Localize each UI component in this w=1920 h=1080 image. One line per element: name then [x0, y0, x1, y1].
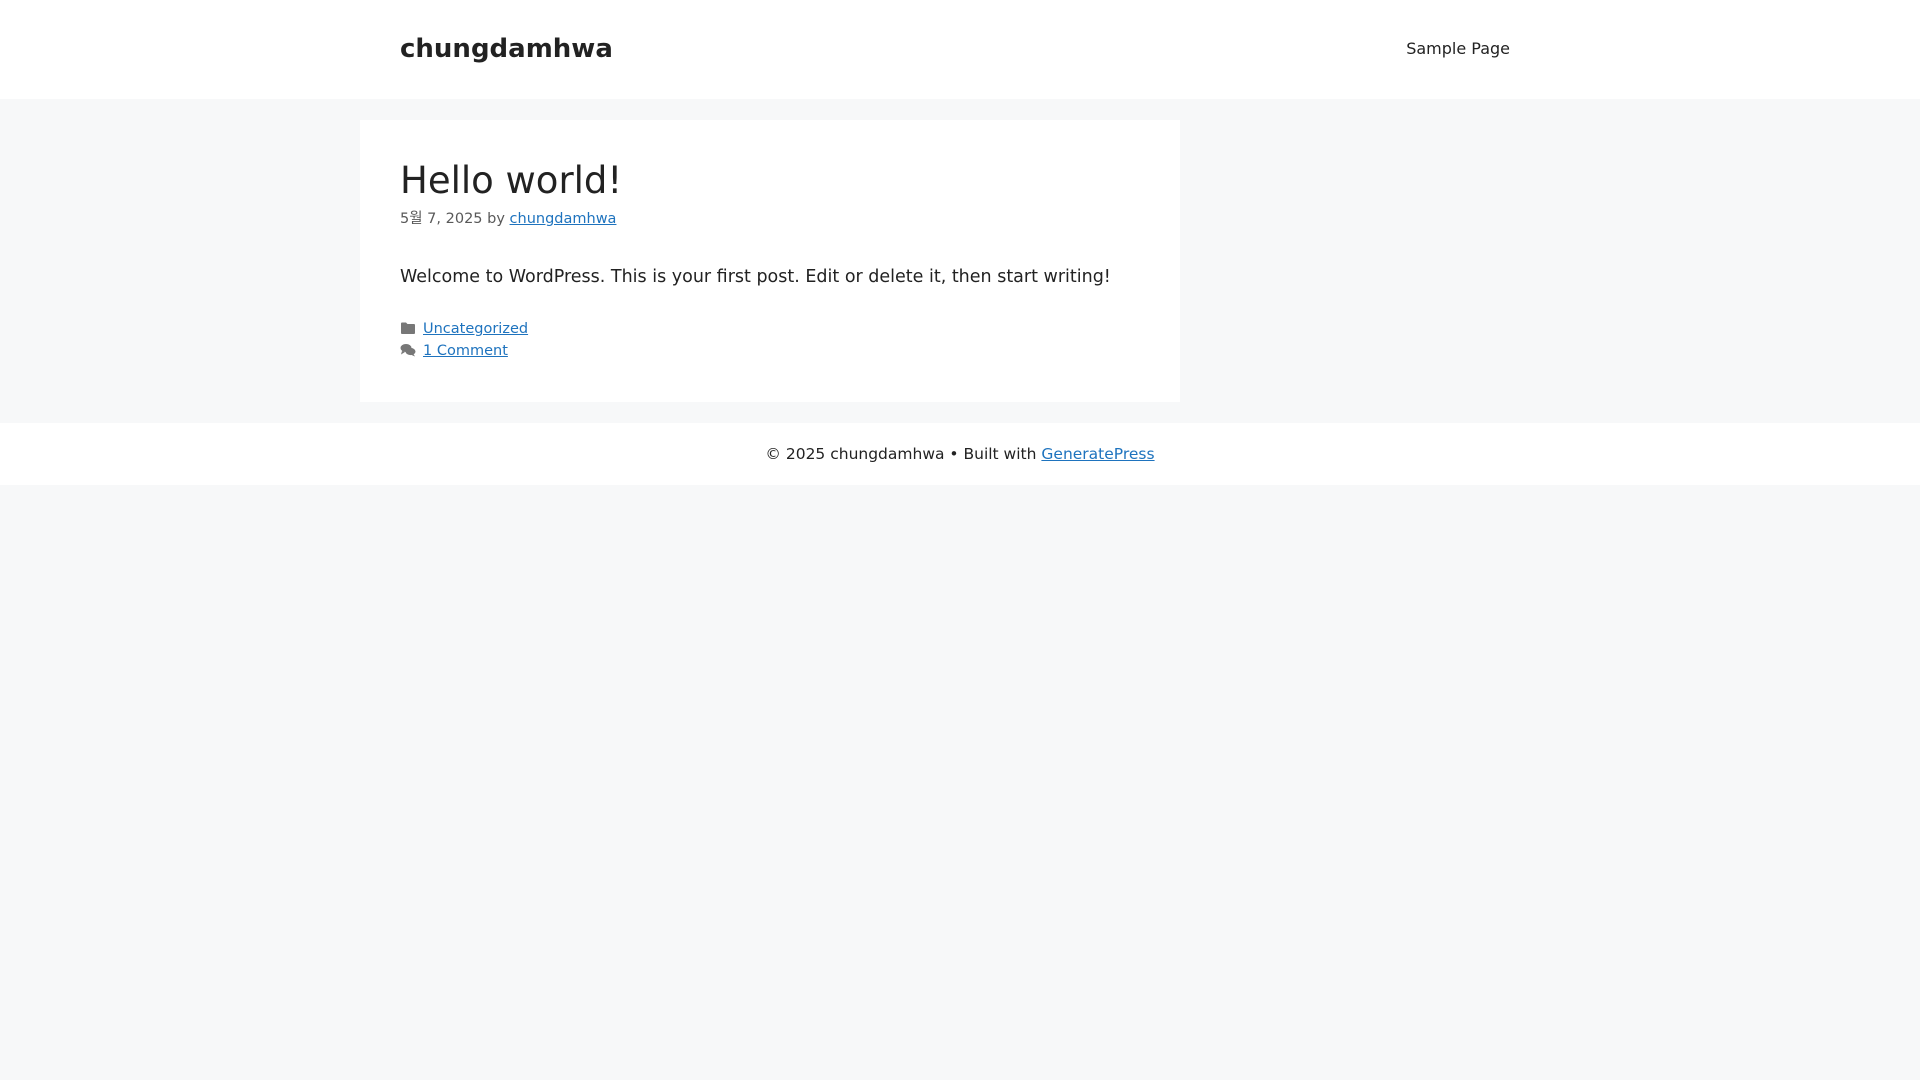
- post-content: Welcome to WordPress. This is your first…: [400, 267, 1111, 287]
- post-author-link[interactable]: chungdamhwa: [510, 211, 617, 227]
- comments-link[interactable]: 1 Comment: [423, 343, 508, 359]
- post-by-label: by: [487, 211, 505, 227]
- post-article: Hello world! 5월 7, 2025 by chungdamhwa W…: [360, 120, 1180, 402]
- nav-item-sample-page[interactable]: Sample Page: [1390, 38, 1510, 60]
- site-header: chungdamhwa Sample Page: [0, 0, 1920, 99]
- site-footer: © 2025 chungdamhwa • Built with Generate…: [0, 423, 1920, 485]
- post-categories: Uncategorized: [400, 319, 528, 339]
- post-meta: 5월 7, 2025 by chungdamhwa: [400, 209, 616, 229]
- post-date: 5월 7, 2025: [400, 211, 483, 227]
- category-link-uncategorized[interactable]: Uncategorized: [423, 321, 528, 337]
- copyright: © 2025 chungdamhwa • Built with Generate…: [0, 444, 1920, 464]
- site-title-link[interactable]: chungdamhwa: [400, 33, 613, 65]
- post-title[interactable]: Hello world!: [400, 158, 622, 204]
- generatepress-link[interactable]: GeneratePress: [1041, 445, 1154, 463]
- comments-icon: [400, 343, 416, 357]
- copyright-text: © 2025 chungdamhwa • Built with: [765, 445, 1037, 463]
- folder-icon: [400, 321, 416, 335]
- post-comments: 1 Comment: [400, 341, 508, 361]
